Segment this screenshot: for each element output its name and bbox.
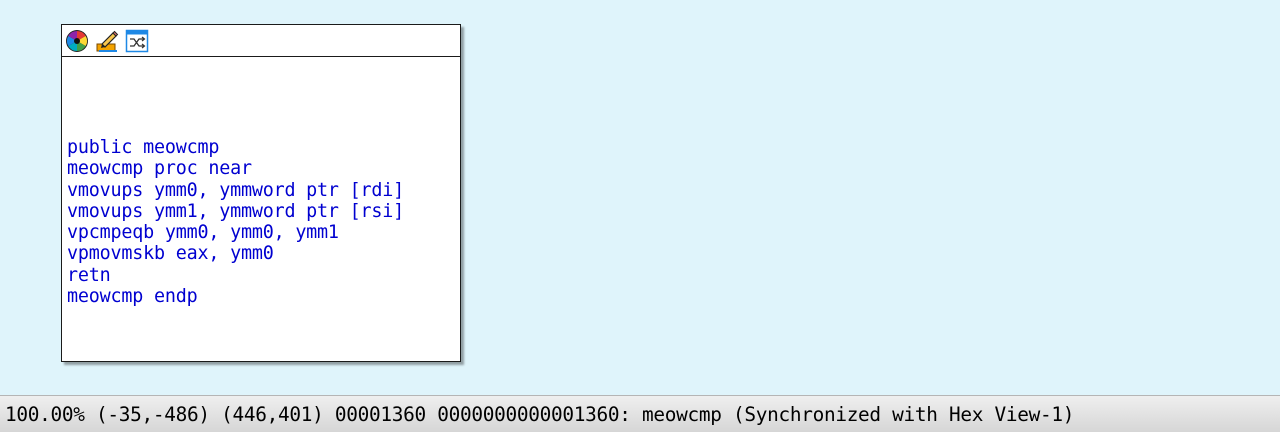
edit-pencil-icon[interactable] (95, 29, 119, 53)
status-text: 100.00% (-35,-486) (446,401) 00001360 00… (5, 402, 1075, 426)
asm-line[interactable]: meowcmp proc near (67, 158, 460, 179)
function-node-meowcmp[interactable]: public meowcmp meowcmp proc near vmovups… (61, 24, 461, 362)
asm-line[interactable]: vpmovmskb eax, ymm0 (67, 243, 460, 264)
graph-layout-icon[interactable] (125, 29, 149, 53)
asm-line[interactable]: retn (67, 265, 460, 286)
node-header (62, 25, 460, 57)
color-wheel-icon[interactable] (65, 29, 89, 53)
asm-line[interactable]: vmovups ymm1, ymmword ptr [rsi] (67, 201, 460, 222)
node-disassembly[interactable]: public meowcmp meowcmp proc near vmovups… (62, 57, 460, 307)
asm-line[interactable]: meowcmp endp (67, 286, 460, 307)
status-bar: 100.00% (-35,-486) (446,401) 00001360 00… (0, 395, 1280, 432)
graph-view[interactable]: public meowcmp meowcmp proc near vmovups… (0, 0, 1280, 395)
asm-line[interactable]: vmovups ymm0, ymmword ptr [rdi] (67, 180, 460, 201)
asm-line[interactable]: vpcmpeqb ymm0, ymm0, ymm1 (67, 222, 460, 243)
asm-line[interactable]: public meowcmp (67, 137, 460, 158)
